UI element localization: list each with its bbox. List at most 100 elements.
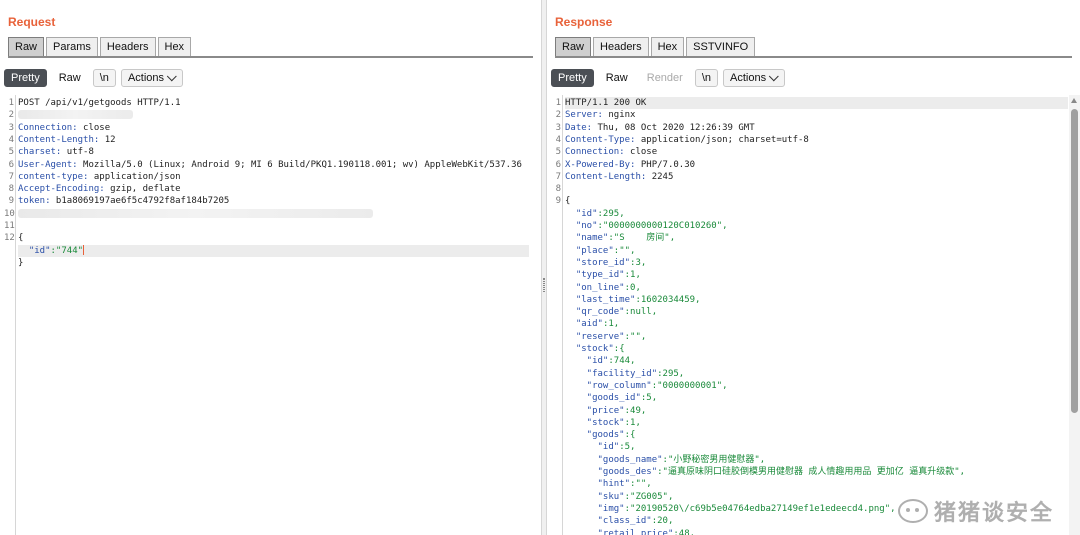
code-key: "facility_id" <box>565 368 658 379</box>
code-key: Date: <box>565 122 593 133</box>
code-line: "stock":1, <box>565 417 1068 429</box>
code-text: { <box>18 233 24 244</box>
code-value: :5, <box>619 442 636 453</box>
code-key: "name" <box>565 233 609 244</box>
code-key: "qr_code" <box>565 307 625 318</box>
code-value: :3, <box>630 257 647 268</box>
line-number <box>551 491 561 503</box>
line-number: 11 <box>4 221 15 231</box>
code-key: token: <box>18 196 51 207</box>
request-raw-button[interactable]: Raw <box>52 69 88 87</box>
line-number <box>551 306 561 318</box>
response-editor[interactable]: 123456789 HTTP/1.1 200 OK Server: nginx Da… <box>551 95 1080 535</box>
code-line: "facility_id":295, <box>565 368 1068 380</box>
code-line: "goods":{ <box>565 429 1068 441</box>
code-key: "goods_name" <box>565 454 663 465</box>
code-line: Connection: close <box>565 146 1068 158</box>
request-actions-label: Actions <box>127 72 165 84</box>
code-line: Content-Length: 12 <box>18 134 529 146</box>
code-line: "hint":"", <box>565 478 1068 490</box>
line-number: 7 <box>8 171 14 182</box>
code-value: :{ <box>613 344 625 354</box>
code-value: :5, <box>640 393 658 404</box>
code-line: HTTP/1.1 200 OK <box>565 97 1068 110</box>
response-scrollbar-thumb[interactable] <box>1071 109 1078 413</box>
line-number <box>551 208 561 220</box>
request-editor[interactable]: 1 2 3 4 5 6 7 8 9 10 11 12 POST /api/v1/getgoods HT… <box>4 95 541 535</box>
code-value: :"0000000001", <box>651 380 728 391</box>
line-number <box>551 528 561 535</box>
response-raw-button[interactable]: Raw <box>599 69 635 87</box>
request-code[interactable]: POST /api/v1/getgoods HTTP/1.1 Connection… <box>18 95 529 535</box>
response-tab-hex[interactable]: Hex <box>650 37 685 56</box>
response-code[interactable]: HTTP/1.1 200 OK Server: nginx Date: Thu, 0… <box>565 95 1068 535</box>
line-number <box>551 478 561 490</box>
code-key: "id" <box>565 442 620 453</box>
code-key: Content-Length: <box>18 134 100 145</box>
code-key: "stock" <box>565 417 625 428</box>
response-scrollbar[interactable] <box>1069 95 1080 535</box>
splitter-grip-icon <box>543 278 545 292</box>
code-line: POST /api/v1/getgoods HTTP/1.1 <box>18 97 529 109</box>
code-line: "retail_price":48, <box>565 528 1068 535</box>
line-number <box>551 429 561 441</box>
code-value: :"", <box>613 245 636 256</box>
code-value: application/json <box>88 171 181 182</box>
response-pretty-button[interactable]: Pretty <box>551 69 594 87</box>
code-line: "id":5, <box>565 441 1068 453</box>
code-key: "goods_des" <box>565 467 658 477</box>
scroll-up-icon[interactable] <box>1071 98 1077 103</box>
code-key: "no" <box>565 221 598 231</box>
response-newline-button[interactable]: \n <box>694 69 719 87</box>
request-tab-hex[interactable]: Hex <box>157 37 192 56</box>
code-key: "goods" <box>565 430 625 441</box>
request-pretty-button[interactable]: Pretty <box>4 69 47 87</box>
response-actions-button[interactable]: Actions <box>723 69 786 87</box>
code-key: Server: <box>565 110 603 121</box>
code-line: "store_id":3, <box>565 257 1068 269</box>
code-value: b1a8069197ae6f5c4792f8af184b7205 <box>50 196 230 207</box>
code-value: :1602034459, <box>635 294 701 305</box>
code-value: :{ <box>624 430 636 441</box>
chevron-down-icon <box>166 70 177 81</box>
response-tab-raw[interactable]: Raw <box>555 37 592 56</box>
code-key: "retail_price" <box>565 528 674 535</box>
line-number <box>4 245 14 257</box>
request-newline-button[interactable]: \n <box>92 69 116 87</box>
code-key: "type_id" <box>565 270 625 281</box>
code-value: :295, <box>597 208 625 219</box>
response-actions-label: Actions <box>730 72 767 84</box>
line-number: 1 <box>555 98 561 108</box>
code-key: charset: <box>18 147 62 158</box>
request-actions-button[interactable]: Actions <box>120 69 184 87</box>
request-tab-params[interactable]: Params <box>46 37 98 56</box>
code-value: 12 <box>99 134 116 145</box>
line-number <box>551 245 561 257</box>
line-number <box>551 269 561 281</box>
code-value: :48, <box>673 528 696 535</box>
response-tab-sstvinfo[interactable]: SSTVINFO <box>686 37 756 56</box>
response-tab-headers[interactable]: Headers <box>593 37 649 56</box>
line-number <box>551 220 561 232</box>
code-line: "stock":{ <box>565 343 1068 355</box>
code-line: "id":"744" <box>18 244 529 257</box>
code-line: Content-Type: application/json; charset=… <box>565 134 1068 146</box>
code-line: "goods_name":"小野秘密男用健慰器", <box>565 454 1068 466</box>
code-line: "goods_des":"逼真原味阴口硅胶倒模男用健慰器 成人情趣用用品 更加亿… <box>565 466 1068 478</box>
line-number <box>551 232 561 244</box>
line-number: 3 <box>8 122 14 133</box>
code-line: "id":295, <box>565 208 1068 220</box>
code-line: Connection: close <box>18 122 529 134</box>
request-tab-raw[interactable]: Raw <box>8 37 45 56</box>
code-line: "aid":1, <box>565 318 1068 330</box>
code-line: Server: nginx <box>565 109 1068 121</box>
response-line-numbers: 1 234 567 89 <box>551 95 563 535</box>
code-key: "price" <box>565 405 625 416</box>
code-key: "reserve" <box>565 331 625 342</box>
code-key: Content-Length: <box>565 171 647 182</box>
code-line: Date: Thu, 08 Oct 2020 12:26:39 GMT <box>565 122 1068 134</box>
request-title: Request <box>8 15 56 29</box>
code-line: "qr_code":null, <box>565 306 1068 318</box>
code-line: "no":"0000000000120C010260", <box>565 220 1068 232</box>
request-tab-headers[interactable]: Headers <box>99 37 156 56</box>
